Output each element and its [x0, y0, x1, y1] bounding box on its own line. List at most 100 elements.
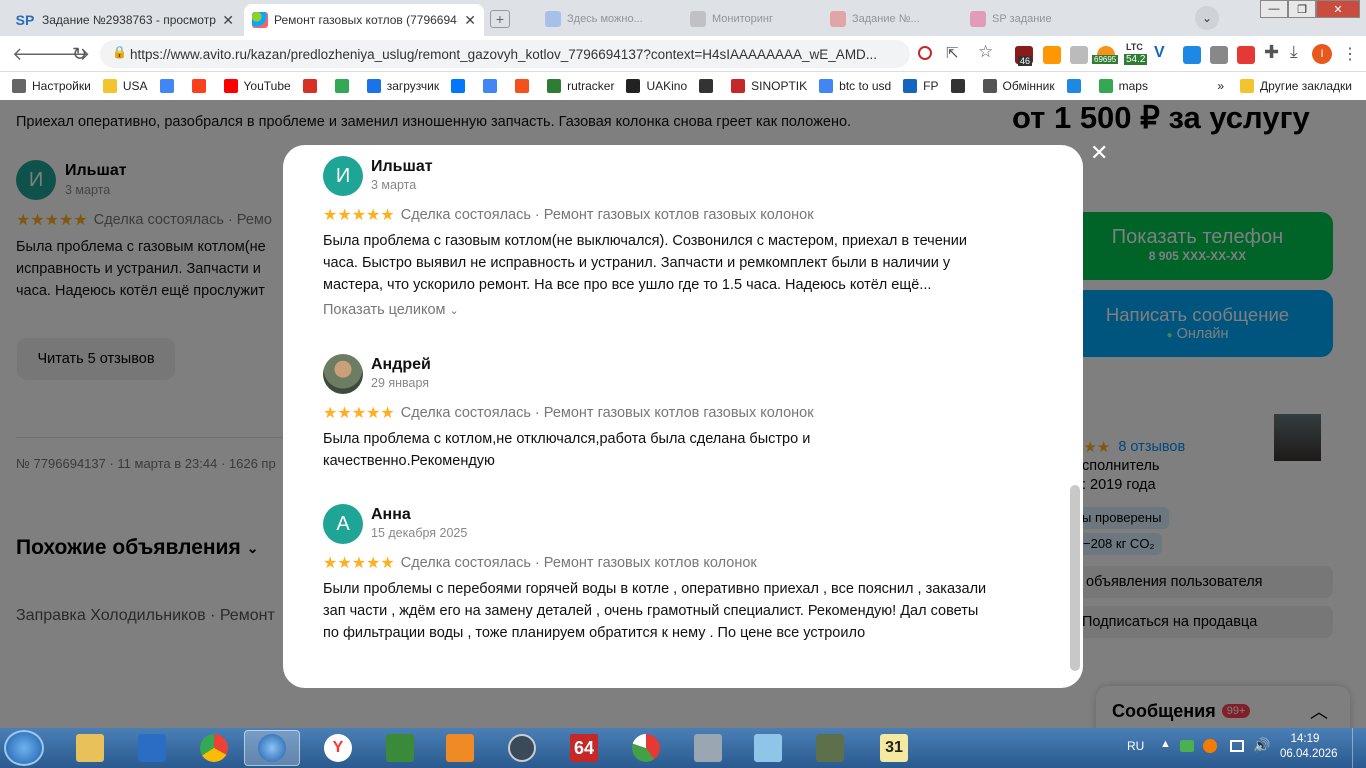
close-window-button[interactable]: ✕	[1316, 0, 1360, 18]
bookmark-item[interactable]: rutracker	[547, 79, 614, 93]
taskbar-yandex[interactable]: Y	[310, 730, 366, 766]
reviews-modal: И Ильшат 3 марта ★★★★★ Сделка состоялась…	[283, 145, 1083, 688]
bookmark-item[interactable]	[483, 79, 503, 93]
bookmark-item[interactable]	[699, 79, 719, 93]
tray-app-icon[interactable]	[1203, 739, 1217, 753]
bookmark-item[interactable]: FP	[903, 79, 939, 93]
bookmark-item[interactable]	[1066, 79, 1087, 93]
bookmark-item[interactable]	[451, 79, 471, 93]
bookmark-item[interactable]: btc to usd	[819, 79, 891, 93]
stars-icon: ★★★★★	[323, 405, 395, 422]
close-modal-icon[interactable]: ✕	[1090, 140, 1108, 166]
tray-expand-icon[interactable]: ▲	[1160, 738, 1171, 750]
volume-icon[interactable]: 🔊	[1253, 737, 1270, 754]
bookmark-item[interactable]: SINOPTIK	[731, 79, 807, 93]
menu-dots-icon[interactable]: ⋮	[1342, 44, 1358, 64]
start-button[interactable]	[4, 730, 44, 766]
bookmark-label: maps	[1118, 79, 1148, 93]
bookmark-label: btc to usd	[839, 79, 892, 93]
bookmark-item[interactable]: maps	[1098, 79, 1148, 93]
show-desktop-button[interactable]	[1352, 728, 1366, 768]
taskbar-chrome[interactable]	[186, 730, 242, 766]
minimize-button[interactable]: —	[1260, 0, 1288, 18]
taskbar-aida64[interactable]: 64	[556, 730, 612, 766]
ghost-tab[interactable]: Здесь можно...	[545, 8, 665, 30]
avatar: И	[323, 156, 363, 196]
taskbar-explorer[interactable]	[62, 730, 118, 766]
network-icon[interactable]	[1230, 740, 1244, 752]
ghost-tab[interactable]: Задание №...	[830, 8, 950, 30]
bookmark-item[interactable]	[302, 79, 323, 93]
bookmarks-bar: Настройки USA YouTube загрузчик rutracker UAK…	[0, 72, 1366, 100]
bookmark-item[interactable]	[334, 79, 355, 93]
bookmark-item[interactable]: UAKino	[626, 79, 687, 93]
ext-briefcase-icon[interactable]	[1070, 46, 1088, 64]
bookmark-item[interactable]: USA	[102, 79, 148, 93]
bookmark-label: загрузчик	[386, 79, 440, 93]
ghost-tab[interactable]: SP задание	[970, 8, 1090, 30]
taskbar-antivirus[interactable]	[124, 730, 180, 766]
downloads-icon[interactable]: ⤓	[1290, 42, 1298, 62]
reload-icon[interactable]: ↻	[72, 44, 87, 65]
ext-save-icon[interactable]	[1210, 46, 1228, 64]
taskbar-calculator[interactable]	[680, 730, 736, 766]
clock-time: 14:19	[1290, 733, 1320, 745]
bookmark-label: USA	[122, 79, 148, 93]
bookmarks-more[interactable]: »	[1217, 79, 1224, 93]
clock[interactable]: 14:19 06.04.2026	[1280, 733, 1338, 760]
review-meta: Сделка состоялась · Ремонт газовых котло…	[400, 555, 757, 571]
tab-search-icon[interactable]: ⌄	[1195, 6, 1219, 30]
translate-icon	[483, 79, 498, 93]
ext-v-icon[interactable]: V	[1154, 44, 1165, 62]
taskbar-monitor[interactable]	[802, 730, 858, 766]
bookmark-star-icon[interactable]: ☆	[978, 42, 993, 62]
taskbar-clock-app[interactable]	[494, 730, 550, 766]
url-input[interactable]: 🔒 https://www.avito.ru/kazan/predlozheni…	[100, 40, 910, 68]
taskbar-app-colors[interactable]	[618, 730, 674, 766]
ltc-label: LTC	[1126, 42, 1143, 52]
ext-red-icon[interactable]	[1237, 46, 1255, 64]
ext-download-icon[interactable]	[1183, 46, 1201, 64]
blocked-icon[interactable]	[918, 46, 932, 60]
taskbar-media[interactable]	[432, 730, 488, 766]
close-tab-icon[interactable]: ✕	[216, 12, 234, 29]
tray-app-icon[interactable]	[1180, 740, 1194, 752]
other-bookmarks[interactable]: Другие закладки	[1240, 79, 1352, 93]
maximize-button[interactable]: ❐	[1288, 0, 1316, 18]
review-header: Анна 15 декабря 2025	[371, 506, 467, 540]
review-header: Ильшат 3 марта	[371, 158, 433, 192]
profile-avatar[interactable]: I	[1312, 44, 1332, 64]
bookmark-item[interactable]: Обмінник	[982, 79, 1055, 93]
show-full-button[interactable]: Показать целиком ⌄	[323, 302, 459, 318]
bookmark-item[interactable]	[950, 79, 971, 93]
ext-badge: 69695	[1092, 55, 1119, 64]
review-meta: Сделка состоялась · Ремонт газовых котло…	[400, 207, 814, 223]
lock-icon[interactable]: 🔒	[112, 45, 127, 59]
tab-task[interactable]: SP Задание №2938763 - просмотр з ✕	[6, 4, 242, 36]
share-icon[interactable]: ⇱	[946, 44, 959, 62]
bookmark-item[interactable]	[159, 79, 180, 93]
taskbar-app-green[interactable]	[372, 730, 428, 766]
close-tab-icon[interactable]: ✕	[458, 12, 476, 29]
taskbar-browser-active[interactable]	[244, 730, 300, 766]
ext-brave-icon[interactable]	[1043, 46, 1061, 64]
review-author: Анна	[371, 506, 411, 523]
new-tab-button[interactable]: +	[490, 10, 510, 28]
tab-avito[interactable]: Ремонт газовых котлов (7796694 ✕	[244, 4, 484, 36]
ghost-tab[interactable]: Мониторинг	[690, 8, 810, 30]
url-text: https://www.avito.ru/kazan/predlozheniya…	[130, 46, 878, 62]
bookmark-item[interactable]	[191, 79, 212, 93]
bookmark-item[interactable]	[515, 79, 535, 93]
bookmark-item[interactable]: загрузчик	[366, 79, 440, 93]
extensions-puzzle-icon[interactable]: ✚	[1264, 42, 1279, 63]
exchange-icon	[982, 79, 997, 93]
bookmark-item[interactable]: YouTube	[223, 79, 291, 93]
vk-icon	[451, 79, 466, 93]
modal-scrollbar-thumb[interactable]	[1070, 485, 1080, 671]
review-author: Ильшат	[371, 158, 433, 175]
taskbar-calendar[interactable]: 31	[866, 730, 922, 766]
bookmark-label: Настройки	[32, 79, 91, 93]
language-indicator[interactable]: RU	[1127, 739, 1144, 753]
bookmark-item[interactable]: Настройки	[12, 79, 91, 93]
taskbar-notes[interactable]	[740, 730, 796, 766]
